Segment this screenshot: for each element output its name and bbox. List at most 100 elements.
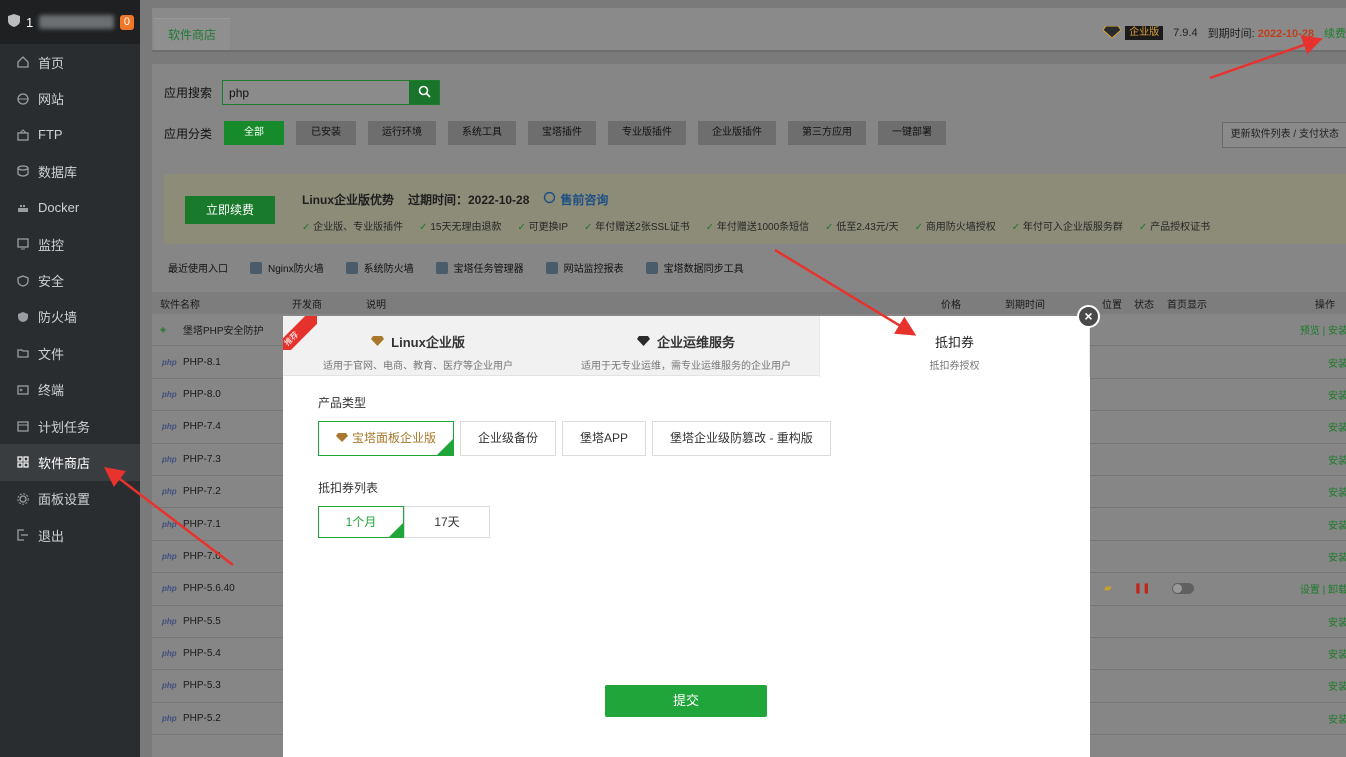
sidebar-item-10[interactable]: 计划任务: [0, 408, 140, 444]
row-action[interactable]: 安装: [1328, 452, 1346, 467]
category-8[interactable]: 一键部署: [878, 121, 947, 145]
col-desc: 说明: [366, 299, 386, 311]
edition-badge: 企业版: [1102, 25, 1164, 41]
renew-now-button[interactable]: 立即续费: [185, 196, 275, 224]
sidebar-item-4[interactable]: Docker: [0, 190, 140, 226]
product-option-2[interactable]: 堡塔APP: [562, 421, 647, 456]
recent-entry-0[interactable]: Nginx防火墙: [250, 260, 324, 275]
row-action[interactable]: 安装: [1328, 517, 1346, 532]
sidebar-item-12[interactable]: 面板设置: [0, 481, 140, 517]
sidebar-item-7[interactable]: 防火墙: [0, 299, 140, 335]
php-icon: php: [162, 422, 177, 432]
category-3[interactable]: 系统工具: [448, 121, 517, 145]
col-ops: 操作: [1315, 299, 1335, 311]
category-list: 全部 已安装 运行环境 系统工具 宝塔插件 专业版插件 企业版插件 第三方应用 一键部署: [224, 121, 947, 145]
sidebar-item-11[interactable]: 软件商店: [0, 444, 140, 481]
sidebar-item-label: 软件商店: [38, 455, 91, 471]
sidebar-item-label: Docker: [38, 200, 80, 216]
tab-software-store[interactable]: 软件商店: [154, 18, 231, 50]
product-option-1[interactable]: 企业级备份: [460, 421, 557, 456]
renew-link[interactable]: 续费: [1324, 25, 1346, 41]
sidebar-item-3[interactable]: 数据库: [0, 153, 140, 189]
home-display-toggle[interactable]: [1172, 583, 1195, 595]
recent-entry-1[interactable]: 系统防火墙: [345, 260, 414, 275]
row-action[interactable]: 安装: [1328, 387, 1346, 402]
category-4[interactable]: 宝塔插件: [528, 121, 597, 145]
recommend-ribbon: 推荐: [283, 316, 317, 350]
row-action[interactable]: 安装: [1328, 419, 1346, 434]
promo-feature: 产品授权证书: [1139, 218, 1210, 233]
tab-linux-enterprise[interactable]: Linux企业版 适用于官网、电商、教育、医疗等企业用户: [283, 316, 553, 376]
category-1[interactable]: 已安装: [296, 121, 357, 145]
row-action[interactable]: 安装: [1328, 614, 1346, 629]
php-icon: php: [162, 616, 177, 626]
sidebar: 1 0 首页 网站 FTP 数据库 Docker 监控安全防火墙文件终端计划任务软件商店面…: [0, 0, 140, 757]
diamond-icon: [636, 334, 650, 349]
recent-entry-2[interactable]: 宝塔任务管理器: [435, 260, 524, 275]
row-action[interactable]: 安装: [1328, 355, 1346, 370]
sidebar-item-label: 退出: [38, 528, 65, 544]
recent-entry-label: Nginx防火墙: [268, 264, 324, 275]
software-name: 堡塔PHP安全防护: [183, 326, 264, 338]
row-action[interactable]: 安装: [1328, 711, 1346, 726]
sidebar-item-label: 计划任务: [38, 419, 91, 435]
coupon-option-1[interactable]: 17天: [404, 506, 490, 538]
sidebar-item-label: 文件: [38, 346, 65, 362]
coupon-option-0[interactable]: 1个月: [318, 506, 404, 540]
sidebar-item-8[interactable]: 文件: [0, 335, 140, 371]
row-action[interactable]: 安装: [1328, 484, 1346, 499]
folder-icon: [17, 347, 29, 359]
update-list-button[interactable]: 更新软件列表 / 支付状态: [1221, 122, 1346, 148]
sidebar-item-9[interactable]: 终端: [0, 372, 140, 408]
consult-link[interactable]: 售前咨询: [543, 191, 608, 208]
row-action[interactable]: 安装: [1328, 549, 1346, 564]
row-action[interactable]: 预览 | 安装: [1300, 322, 1346, 337]
recent-entry-label: 宝塔任务管理器: [453, 264, 524, 275]
sidebar-item-label: 监控: [38, 237, 65, 253]
row-action[interactable]: 设置 | 卸载: [1300, 581, 1346, 596]
submit-button[interactable]: 提交: [605, 685, 767, 717]
shield-icon: [17, 274, 29, 287]
category-7[interactable]: 第三方应用: [788, 121, 867, 145]
tab-coupon[interactable]: 抵扣券 抵扣券授权: [819, 316, 1090, 377]
php-icon: php: [162, 357, 177, 367]
sidebar-item-1[interactable]: 网站: [0, 80, 140, 116]
chat-icon: [543, 191, 556, 207]
product-option-0[interactable]: 宝塔面板企业版: [318, 421, 455, 458]
sidebar-item-13[interactable]: 退出: [0, 517, 140, 553]
tab-coupon-sub: 抵扣券授权: [929, 361, 980, 372]
software-name: PHP-7.1: [183, 518, 221, 530]
product-option-label: 企业级备份: [478, 431, 539, 445]
page: 1 0 首页 网站 FTP 数据库 Docker 监控 安全 防火墙 文件 终端 计划任务 软件商店面…: [0, 0, 1346, 757]
software-name: PHP-5.2: [183, 712, 221, 724]
close-icon[interactable]: ×: [1077, 305, 1100, 328]
sidebar-item-label: 安全: [38, 274, 65, 290]
php-icon: php: [162, 681, 177, 691]
recent-entry-label: 网站监控报表: [563, 264, 624, 275]
sidebar-item-0[interactable]: 首页: [0, 44, 140, 80]
category-5[interactable]: 专业版插件: [608, 121, 687, 145]
row-action[interactable]: 安装: [1328, 646, 1346, 661]
sidebar-item-2[interactable]: FTP: [0, 117, 140, 153]
sidebar-item-5[interactable]: 监控: [0, 226, 140, 262]
recent-entry-4[interactable]: 宝塔数据同步工具: [645, 260, 744, 275]
search-input[interactable]: [223, 81, 410, 104]
search-button[interactable]: [409, 81, 440, 104]
folder-icon[interactable]: ▰: [1104, 583, 1112, 594]
firewall-icon: [17, 311, 29, 323]
software-name: PHP-5.4: [183, 648, 221, 660]
product-option-3[interactable]: 堡塔企业级防篡改 - 重构版: [652, 421, 831, 456]
category-6[interactable]: 企业版插件: [698, 121, 777, 145]
software-name: PHP-5.3: [183, 680, 221, 692]
sidebar-item-6[interactable]: 安全: [0, 262, 140, 298]
pause-icon[interactable]: ❚❚: [1134, 583, 1151, 594]
message-badge[interactable]: 0: [119, 14, 134, 30]
tab-ops-service[interactable]: 企业运维服务 适用于无专业运维，需专业运维服务的企业用户: [553, 316, 819, 376]
globe-icon: [17, 92, 29, 105]
category-0[interactable]: 全部: [224, 121, 285, 145]
recent-entry-3[interactable]: 网站监控报表: [545, 260, 624, 275]
row-action[interactable]: 安装: [1328, 678, 1346, 693]
category-2[interactable]: 运行环境: [368, 121, 437, 145]
sidebar-user[interactable]: 1 0: [0, 0, 140, 44]
col-status: 状态: [1134, 299, 1154, 311]
